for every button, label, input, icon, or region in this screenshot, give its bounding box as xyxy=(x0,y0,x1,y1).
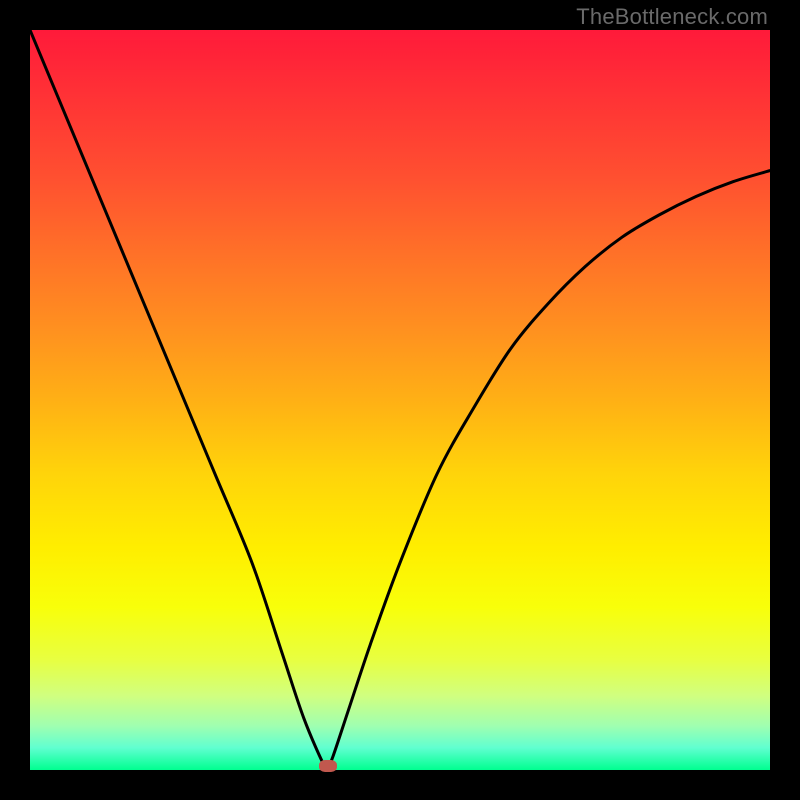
chart-container: TheBottleneck.com xyxy=(0,0,800,800)
optimum-marker xyxy=(319,760,337,772)
bottleneck-curve xyxy=(30,30,770,770)
plot-area xyxy=(30,30,770,770)
curve-svg xyxy=(30,30,770,770)
watermark-text: TheBottleneck.com xyxy=(576,4,768,30)
